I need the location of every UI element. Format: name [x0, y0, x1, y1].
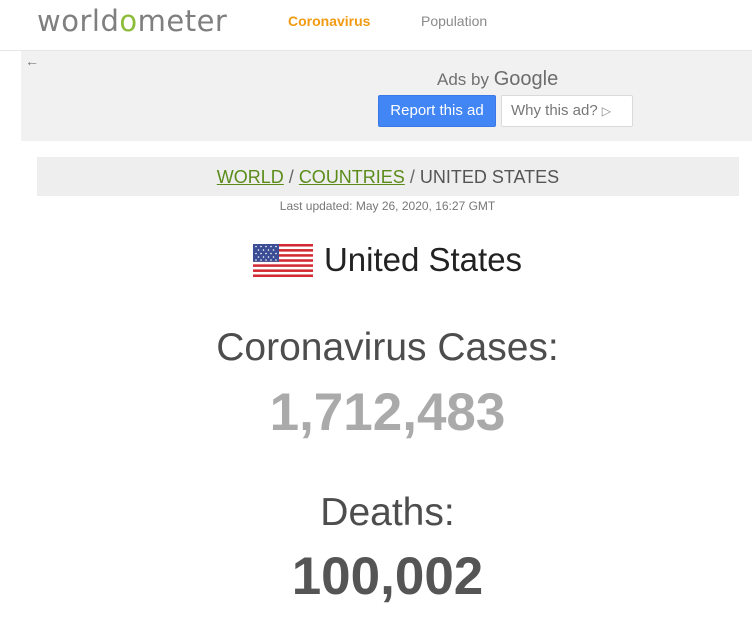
top-navbar: worldometer Coronavirus Population: [0, 0, 752, 51]
breadcrumb-separator: /: [283, 167, 299, 187]
breadcrumb: WORLD / COUNTRIES / UNITED STATES: [37, 157, 739, 196]
last-updated-text: Last updated: May 26, 2020, 16:27 GMT: [279, 199, 496, 213]
ads-by-google: Ads by Google: [437, 68, 558, 91]
report-ad-button[interactable]: Report this ad: [378, 95, 496, 127]
ad-banner: ← Ads by Google Report this ad Why this …: [21, 51, 752, 141]
cases-count: 1,712,483: [269, 383, 506, 442]
ads-by-label: Ads by: [437, 70, 494, 89]
google-wordmark: Google: [493, 68, 559, 90]
nav-coronavirus[interactable]: Coronavirus: [288, 13, 370, 29]
nav-population[interactable]: Population: [421, 13, 487, 29]
country-heading: United States: [0, 240, 752, 280]
deaths-count: 100,002: [291, 547, 484, 606]
why-this-ad-button[interactable]: Why this ad? ▷: [501, 95, 633, 127]
arrow-left-icon[interactable]: ←: [25, 53, 39, 69]
breadcrumb-separator: /: [404, 167, 420, 187]
logo-o-mark: o: [119, 4, 138, 38]
us-flag-icon: [252, 243, 313, 277]
breadcrumb-world-link[interactable]: WORLD: [217, 167, 284, 187]
breadcrumb-current: UNITED STATES: [419, 167, 560, 187]
country-name: United States: [323, 241, 523, 278]
logo-text-prefix: world: [37, 4, 120, 38]
logo-text-suffix: meter: [137, 4, 228, 38]
worldometer-logo[interactable]: worldometer: [37, 4, 227, 38]
deaths-label: Deaths:: [320, 491, 455, 534]
breadcrumb-countries-link[interactable]: COUNTRIES: [299, 167, 405, 187]
cases-label: Coronavirus Cases:: [216, 326, 559, 369]
play-icon: ▷: [601, 104, 611, 118]
why-this-ad-label: Why this ad?: [511, 102, 598, 119]
